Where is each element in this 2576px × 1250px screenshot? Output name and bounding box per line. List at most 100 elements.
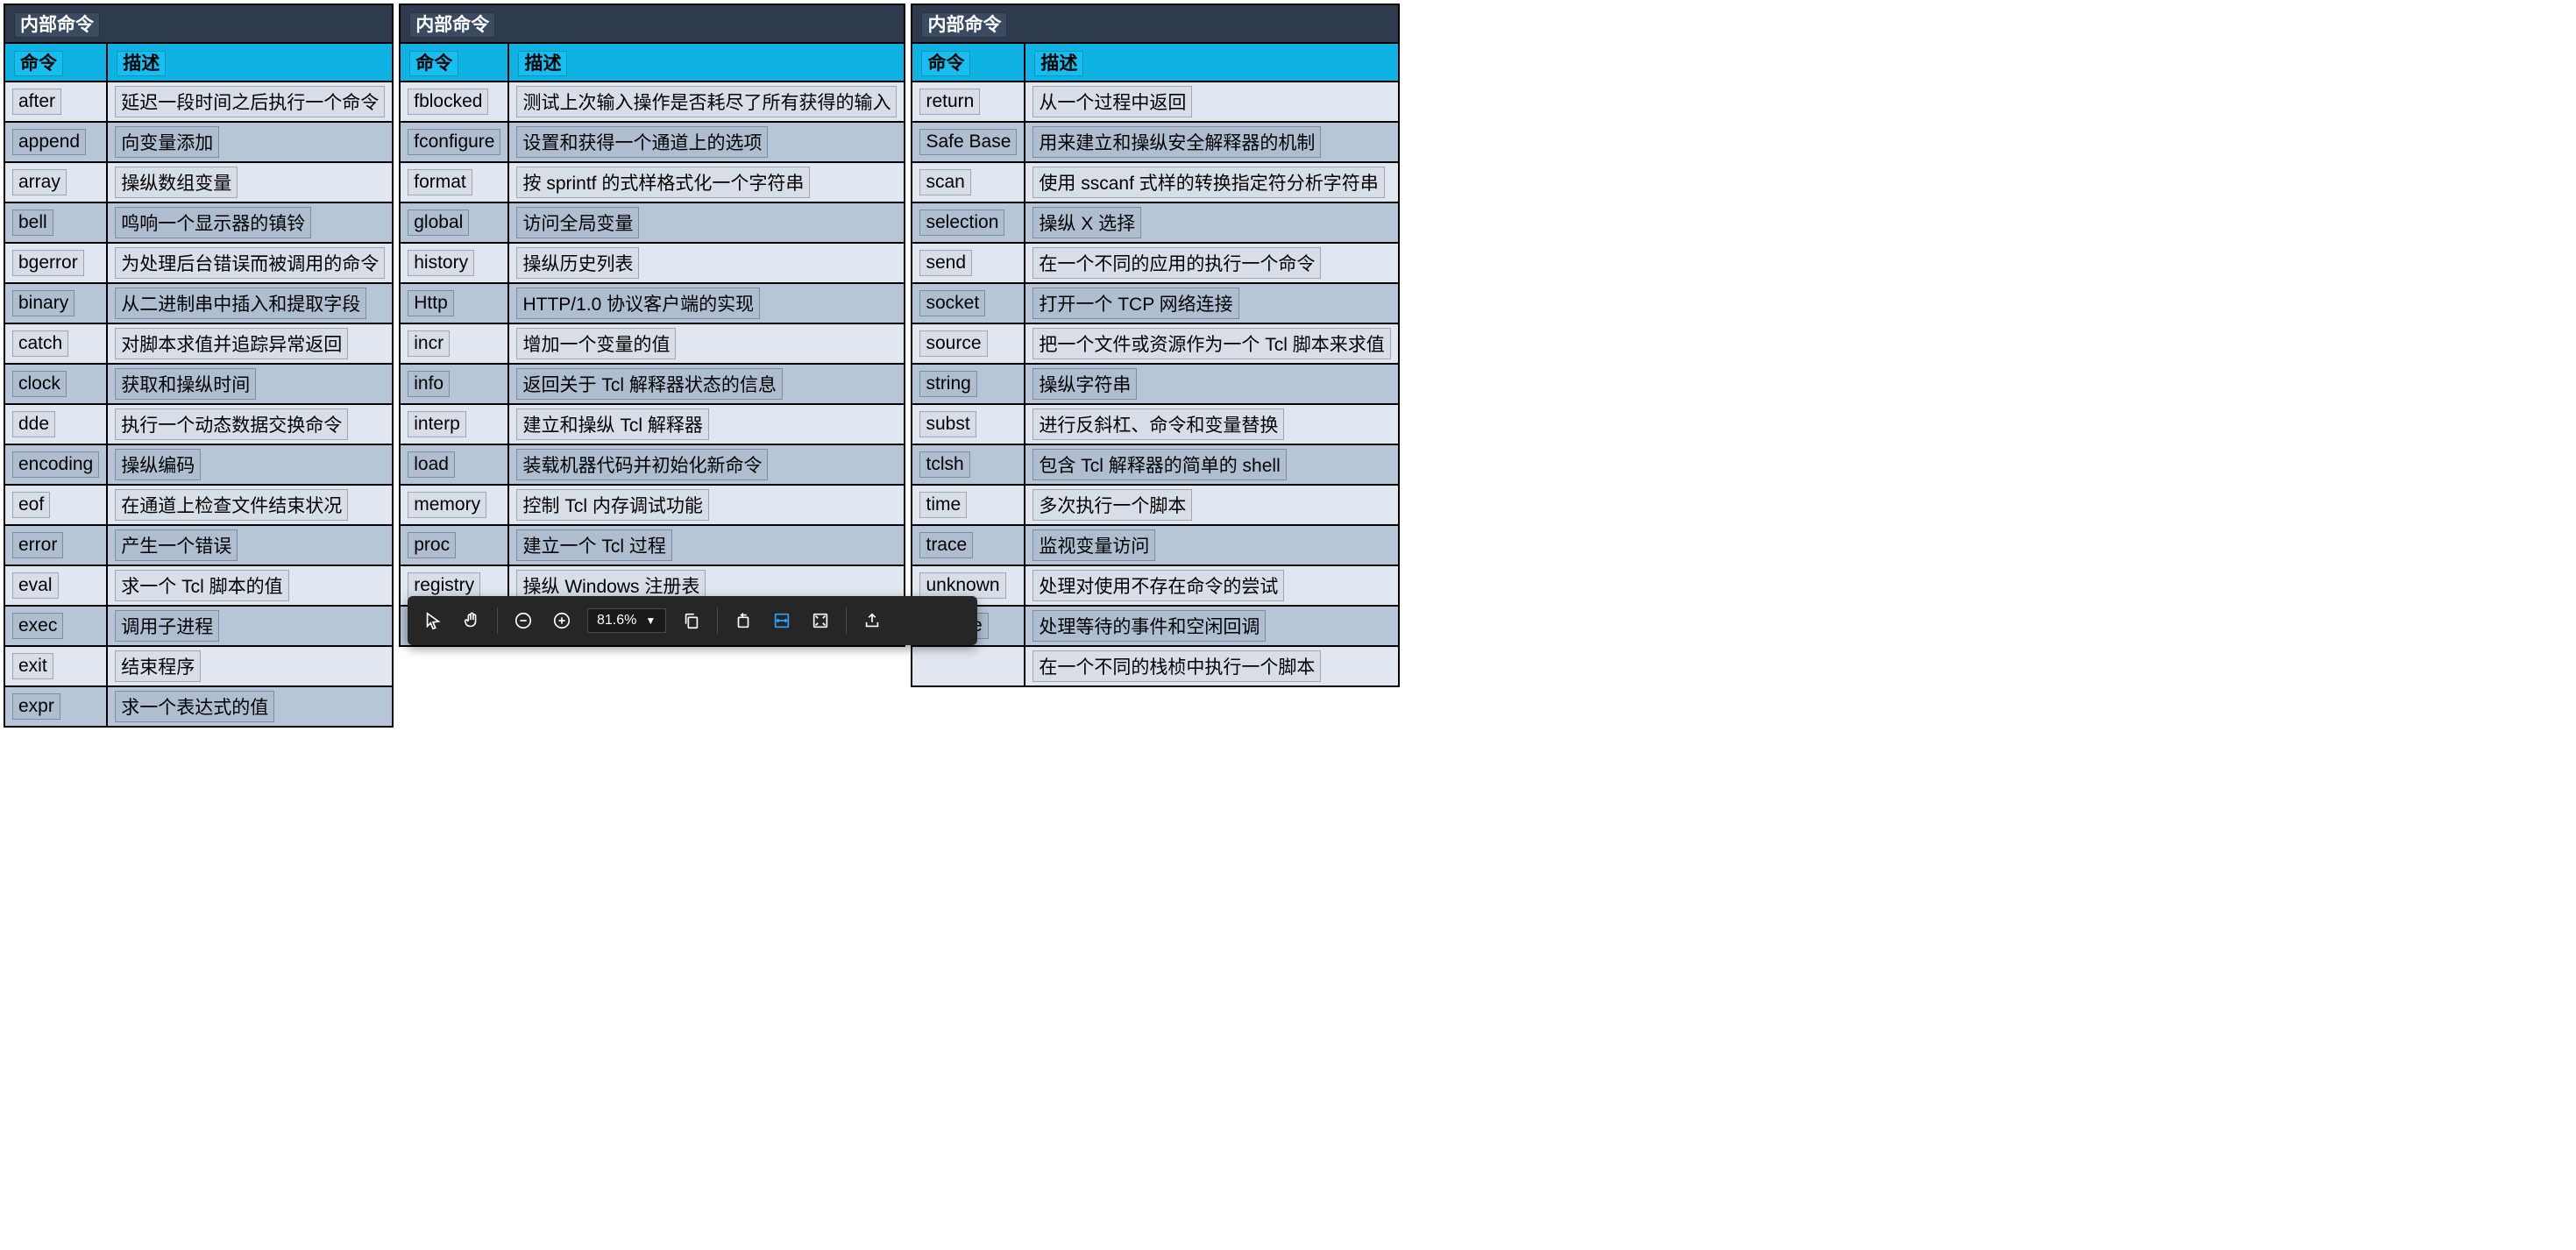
command-cell: bgerror xyxy=(4,243,107,283)
description-cell: 增加一个变量的值 xyxy=(508,323,905,364)
description-cell: 操纵字符串 xyxy=(1025,364,1398,404)
table-row: selection操纵 X 选择 xyxy=(912,202,1398,243)
table-row: global访问全局变量 xyxy=(400,202,905,243)
description-cell: 处理对使用不存在命令的尝试 xyxy=(1025,565,1398,606)
command-cell: load xyxy=(400,444,508,485)
command-cell: exec xyxy=(4,606,107,646)
table-row: clock获取和操纵时间 xyxy=(4,364,393,404)
toolbar-separator xyxy=(717,607,718,634)
command-cell: expr xyxy=(4,686,107,727)
rotate-icon[interactable] xyxy=(730,607,756,634)
description-cell: 打开一个 TCP 网络连接 xyxy=(1025,283,1398,323)
command-cell: send xyxy=(912,243,1025,283)
zoom-in-icon[interactable] xyxy=(549,607,575,634)
table-row: eval求一个 Tcl 脚本的值 xyxy=(4,565,393,606)
table-row: load装载机器代码并初始化新命令 xyxy=(400,444,905,485)
description-cell: 求一个 Tcl 脚本的值 xyxy=(107,565,393,606)
table-row: Safe Base用来建立和操纵安全解释器的机制 xyxy=(912,122,1398,162)
command-cell xyxy=(912,646,1025,686)
description-cell: 用来建立和操纵安全解释器的机制 xyxy=(1025,122,1398,162)
zoom-out-icon[interactable] xyxy=(510,607,536,634)
description-cell: 装载机器代码并初始化新命令 xyxy=(508,444,905,485)
description-cell: 使用 sscanf 式样的转换指定符分析字符串 xyxy=(1025,162,1398,202)
column-header: 描述 xyxy=(1025,43,1398,82)
chevron-down-icon: ▼ xyxy=(645,614,656,627)
command-cell: bell xyxy=(4,202,107,243)
copy-icon[interactable] xyxy=(678,607,705,634)
command-cell: interp xyxy=(400,404,508,444)
table-row: exit结束程序 xyxy=(4,646,393,686)
description-cell: 访问全局变量 xyxy=(508,202,905,243)
pdf-toolbar: 81.6% ▼ xyxy=(408,596,977,645)
description-cell: 操纵历史列表 xyxy=(508,243,905,283)
command-cell: tclsh xyxy=(912,444,1025,485)
table-row: fblocked测试上次输入操作是否耗尽了所有获得的输入 xyxy=(400,82,905,122)
table-row: proc建立一个 Tcl 过程 xyxy=(400,525,905,565)
table-row: source把一个文件或资源作为一个 Tcl 脚本来求值 xyxy=(912,323,1398,364)
fit-width-icon[interactable] xyxy=(769,607,795,634)
table-row: exec调用子进程 xyxy=(4,606,393,646)
command-cell: catch xyxy=(4,323,107,364)
table-row: string操纵字符串 xyxy=(912,364,1398,404)
column-header: 描述 xyxy=(508,43,905,82)
description-cell: 返回关于 Tcl 解释器状态的信息 xyxy=(508,364,905,404)
zoom-level-value: 81.6% xyxy=(597,613,636,629)
zoom-level-select[interactable]: 81.6% ▼ xyxy=(587,608,666,633)
table-title: 内部命令 xyxy=(912,4,1398,43)
description-cell: 在通道上检查文件结束状况 xyxy=(107,485,393,525)
description-cell: 向变量添加 xyxy=(107,122,393,162)
table-row: fconfigure设置和获得一个通道上的选项 xyxy=(400,122,905,162)
table-row: scan使用 sscanf 式样的转换指定符分析字符串 xyxy=(912,162,1398,202)
table-row: error产生一个错误 xyxy=(4,525,393,565)
command-cell: info xyxy=(400,364,508,404)
table-row: array操纵数组变量 xyxy=(4,162,393,202)
description-cell: 把一个文件或资源作为一个 Tcl 脚本来求值 xyxy=(1025,323,1398,364)
command-cell: error xyxy=(4,525,107,565)
description-cell: 产生一个错误 xyxy=(107,525,393,565)
column-header: 命令 xyxy=(912,43,1025,82)
share-icon[interactable] xyxy=(859,607,885,634)
table-row: unknown处理对使用不存在命令的尝试 xyxy=(912,565,1398,606)
command-cell: fblocked xyxy=(400,82,508,122)
command-cell: source xyxy=(912,323,1025,364)
table-row: expr求一个表达式的值 xyxy=(4,686,393,727)
command-cell: fconfigure xyxy=(400,122,508,162)
table-row: history操纵历史列表 xyxy=(400,243,905,283)
table-row: dde执行一个动态数据交换命令 xyxy=(4,404,393,444)
description-cell: HTTP/1.0 协议客户端的实现 xyxy=(508,283,905,323)
table-row: socket打开一个 TCP 网络连接 xyxy=(912,283,1398,323)
command-cell: Http xyxy=(400,283,508,323)
command-cell: encoding xyxy=(4,444,107,485)
description-cell: 在一个不同的栈桢中执行一个脚本 xyxy=(1025,646,1398,686)
table-row: interp建立和操纵 Tcl 解释器 xyxy=(400,404,905,444)
description-cell: 控制 Tcl 内存调试功能 xyxy=(508,485,905,525)
command-cell: clock xyxy=(4,364,107,404)
command-cell: return xyxy=(912,82,1025,122)
table-row: encoding操纵编码 xyxy=(4,444,393,485)
fullscreen-icon[interactable] xyxy=(807,607,834,634)
description-cell: 为处理后台错误而被调用的命令 xyxy=(107,243,393,283)
table-title: 内部命令 xyxy=(400,4,905,43)
command-cell: scan xyxy=(912,162,1025,202)
description-cell: 进行反斜杠、命令和变量替换 xyxy=(1025,404,1398,444)
description-cell: 从二进制串中插入和提取字段 xyxy=(107,283,393,323)
table-row: incr增加一个变量的值 xyxy=(400,323,905,364)
command-cell: after xyxy=(4,82,107,122)
description-cell: 测试上次输入操作是否耗尽了所有获得的输入 xyxy=(508,82,905,122)
table-row: format按 sprintf 的式样格式化一个字符串 xyxy=(400,162,905,202)
description-cell: 多次执行一个脚本 xyxy=(1025,485,1398,525)
description-cell: 延迟一段时间之后执行一个命令 xyxy=(107,82,393,122)
command-cell: binary xyxy=(4,283,107,323)
hand-tool-icon[interactable] xyxy=(458,607,485,634)
table-row: 在一个不同的栈桢中执行一个脚本 xyxy=(912,646,1398,686)
table-row: append向变量添加 xyxy=(4,122,393,162)
table-row: update处理等待的事件和空闲回调 xyxy=(912,606,1398,646)
table-row: subst进行反斜杠、命令和变量替换 xyxy=(912,404,1398,444)
command-cell: dde xyxy=(4,404,107,444)
description-cell: 处理等待的事件和空闲回调 xyxy=(1025,606,1398,646)
command-cell: incr xyxy=(400,323,508,364)
selection-tool-icon[interactable] xyxy=(420,607,446,634)
command-cell: time xyxy=(912,485,1025,525)
table-row: HttpHTTP/1.0 协议客户端的实现 xyxy=(400,283,905,323)
command-cell: Safe Base xyxy=(912,122,1025,162)
